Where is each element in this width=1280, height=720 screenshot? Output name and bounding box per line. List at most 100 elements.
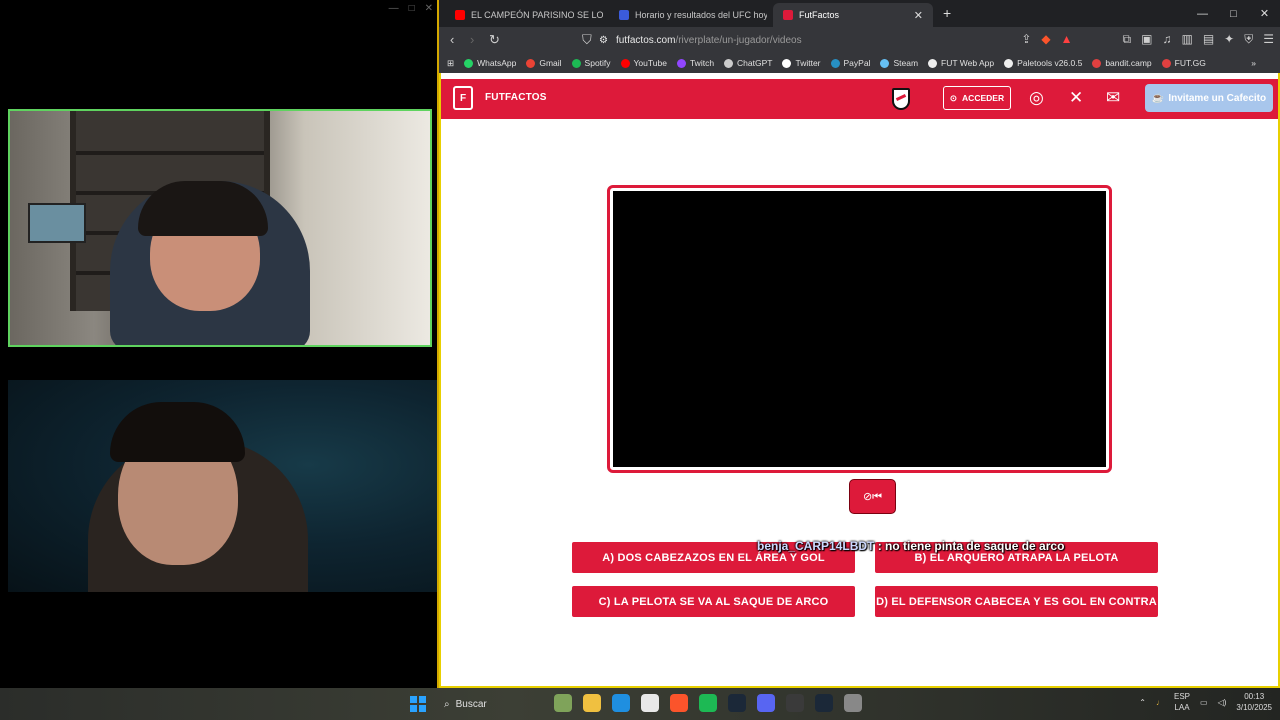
chat-username: benja_CARP14LBDT	[757, 539, 875, 553]
reload-icon[interactable]: ↻	[489, 32, 500, 48]
bookmark-twitter[interactable]: Twitter	[782, 58, 821, 68]
replay-button[interactable]: ⊘⏮	[849, 479, 896, 514]
chat-overlay: benja_CARP14LBDT : no tiene pinta de saq…	[757, 539, 1064, 553]
vpn-icon[interactable]: ⛨	[1244, 32, 1253, 47]
close-window-button[interactable]: ✕	[1249, 0, 1280, 27]
brave-icon[interactable]	[670, 694, 688, 712]
tab-strip: EL CAMPEÓN PARISINO SE LO DIO V Horario …	[439, 0, 1280, 27]
apps-grid-icon[interactable]: ⊞	[447, 58, 454, 69]
bookmark-paypal[interactable]: PayPal	[830, 58, 870, 68]
forward-icon[interactable]: ›	[470, 32, 474, 47]
wallet-icon[interactable]: ▤	[1203, 32, 1214, 47]
minimize-icon[interactable]: —	[389, 3, 399, 14]
menu-icon[interactable]: ☰	[1263, 32, 1274, 47]
more-bookmarks-icon[interactable]: »	[1251, 58, 1256, 68]
extensions-icon[interactable]: ⧉	[1123, 32, 1132, 47]
video-player[interactable]	[613, 191, 1106, 467]
microphone-icon[interactable]: ♩	[1156, 698, 1164, 707]
maximize-icon[interactable]: □	[409, 3, 415, 14]
bookmark-paletools[interactable]: Paletools v26.0.5	[1004, 58, 1082, 68]
edge-icon[interactable]	[612, 694, 630, 712]
instagram-icon[interactable]: ◎	[1029, 88, 1044, 108]
answer-c-button[interactable]: C) LA PELOTA SE VA AL SAQUE DE ARCO	[572, 586, 855, 617]
bookmark-fut-web-app[interactable]: FUT Web App	[928, 58, 994, 68]
network-icon[interactable]: ▭	[1200, 698, 1208, 707]
user-icon: ⊙	[949, 92, 958, 103]
futfactos-logo-icon[interactable]: F	[453, 86, 473, 110]
spotify-icon	[571, 58, 581, 68]
minimize-button[interactable]: —	[1187, 0, 1218, 27]
tab-search-icon[interactable]: ▣	[1141, 32, 1152, 47]
bookmark-steam[interactable]: Steam	[880, 58, 918, 68]
tab-ufc[interactable]: Horario y resultados del UFC hoy | Sc	[609, 3, 767, 27]
sports-site-icon	[619, 10, 629, 20]
chat-message: : no tiene pinta de saque de arco	[877, 539, 1065, 553]
river-plate-crest-icon	[892, 88, 910, 110]
clock[interactable]: 00:13 3/10/2025	[1236, 691, 1272, 713]
bookmark-icon[interactable]: ⛉	[582, 32, 592, 48]
answer-d-button[interactable]: D) EL DEFENSOR CABECEA Y ES GOL EN CONTR…	[875, 586, 1158, 617]
paypal-icon	[830, 58, 840, 68]
left-window-controls: — □ ✕	[389, 3, 433, 14]
maximize-button[interactable]: □	[1218, 0, 1249, 27]
taskbar-search[interactable]: ⌕ Buscar	[436, 693, 540, 715]
guest-hair	[110, 402, 245, 462]
settings-icon[interactable]	[844, 694, 862, 712]
bookmark-chatgpt[interactable]: ChatGPT	[724, 58, 772, 68]
steam-client-icon[interactable]	[815, 694, 833, 712]
x-icon	[782, 58, 792, 68]
brave-shield-icon[interactable]: ◆	[1041, 32, 1050, 47]
leo-ai-icon[interactable]: ✦	[1224, 32, 1234, 47]
media-icon[interactable]: ♫	[1162, 32, 1171, 47]
no-replay-icon: ⊘⏮	[862, 490, 883, 503]
bookmark-fut-gg[interactable]: FUT.GG	[1161, 58, 1206, 68]
globe-icon	[928, 58, 938, 68]
url-domain: futfactos.com	[615, 34, 676, 46]
cafecito-button[interactable]: ☕ Invitame un Cafecito	[1145, 84, 1273, 112]
login-label: ACCEDER	[962, 93, 1005, 103]
close-tab-icon[interactable]: ✕	[914, 9, 923, 22]
tab-title: Horario y resultados del UFC hoy | Sc	[635, 10, 767, 20]
bookmark-youtube[interactable]: YouTube	[620, 58, 667, 68]
tab-youtube[interactable]: EL CAMPEÓN PARISINO SE LO DIO V	[445, 3, 603, 27]
close-icon[interactable]: ✕	[425, 3, 433, 14]
back-icon[interactable]: ‹	[450, 32, 454, 47]
browser-window-controls: — □ ✕	[1187, 0, 1280, 27]
language-indicator[interactable]: ESP LAA	[1174, 691, 1190, 713]
volume-icon[interactable]: ◁)	[1218, 698, 1227, 707]
site-brand[interactable]: FUTFACTOS	[485, 92, 547, 103]
site-info-icon[interactable]: ⚙	[599, 35, 608, 46]
steam-icon[interactable]	[728, 694, 746, 712]
tab-futfactos[interactable]: FutFactos ✕	[773, 3, 933, 27]
discord-icon[interactable]	[757, 694, 775, 712]
spotify-icon[interactable]	[699, 694, 717, 712]
x-icon[interactable]: ✕	[1069, 88, 1083, 108]
epic-games-icon[interactable]	[786, 694, 804, 712]
chrome-icon[interactable]	[641, 694, 659, 712]
address-bar[interactable]: ⚙ futfactos.com/riverplate/un-jugador/vi…	[599, 30, 999, 50]
browser-toolbar: ‹ › ↻ ⛉ ⚙ futfactos.com/riverplate/un-ju…	[439, 27, 1280, 53]
chatgpt-icon	[724, 58, 734, 68]
share-icon[interactable]: ⇪	[1021, 32, 1031, 47]
bookmark-spotify[interactable]: Spotify	[571, 58, 611, 68]
new-tab-button[interactable]: +	[943, 5, 951, 21]
bookmark-bandit-camp[interactable]: bandit.camp	[1092, 58, 1152, 68]
whatsapp-icon	[464, 58, 474, 68]
tray-overflow-icon[interactable]: ⌃	[1139, 698, 1146, 707]
bookmark-twitch[interactable]: Twitch	[676, 58, 714, 68]
coffee-icon: ☕	[1151, 92, 1165, 104]
sidebar-icon[interactable]: ▥	[1181, 32, 1192, 47]
bookmark-whatsapp[interactable]: WhatsApp	[464, 58, 516, 68]
stream-left-pane: — □ ✕	[0, 0, 437, 688]
mail-icon[interactable]: ✉	[1106, 88, 1120, 108]
url-path: /riverplate/un-jugador/videos	[675, 34, 802, 46]
bookmark-gmail[interactable]: Gmail	[526, 58, 562, 68]
file-explorer-icon[interactable]	[583, 694, 601, 712]
login-button[interactable]: ⊙ ACCEDER	[943, 86, 1011, 110]
tab-title: EL CAMPEÓN PARISINO SE LO DIO V	[471, 10, 603, 20]
start-button[interactable]	[410, 696, 426, 712]
video-frame	[607, 185, 1112, 473]
minecraft-icon[interactable]	[554, 694, 572, 712]
bookmarks-bar: ⊞ WhatsApp Gmail Spotify YouTube Twitch …	[439, 53, 1280, 73]
brave-rewards-icon[interactable]: ▲	[1061, 32, 1073, 47]
